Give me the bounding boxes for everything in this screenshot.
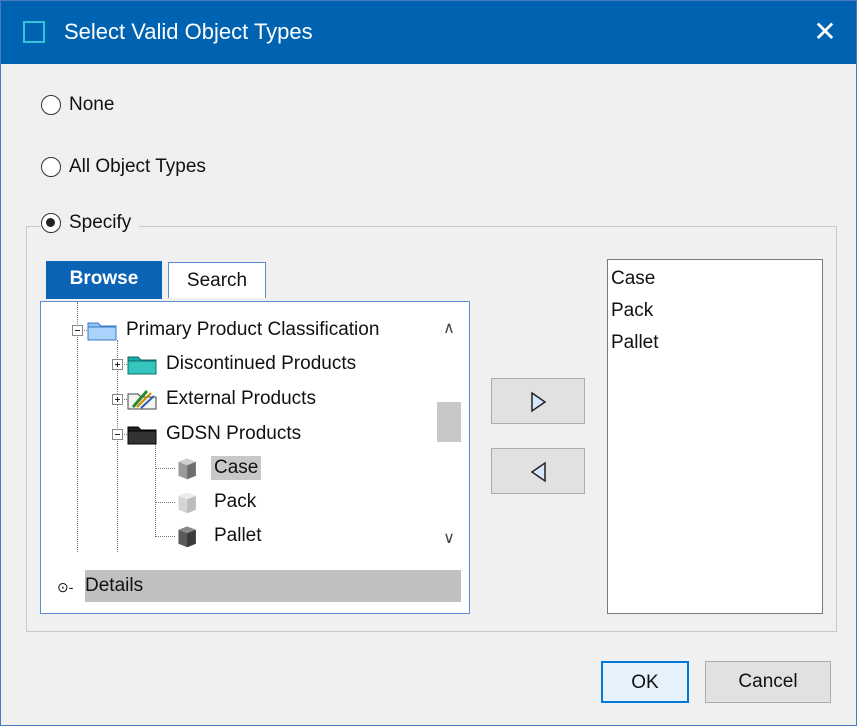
radio-all-object-types[interactable]: All Object Types xyxy=(41,156,206,178)
tree-connector xyxy=(155,536,175,537)
app-icon xyxy=(23,21,45,43)
tree-connector xyxy=(155,468,175,469)
tree-node-gdsn-products[interactable]: GDSN Products xyxy=(112,422,304,446)
details-label: Details xyxy=(85,575,144,596)
scroll-down-button[interactable]: ∨ xyxy=(429,524,469,554)
tree-connector xyxy=(155,502,175,503)
tree-node-external-products[interactable]: External Products xyxy=(112,387,319,411)
radio-specify[interactable]: Specify xyxy=(41,212,140,234)
radio-specify-indicator[interactable] xyxy=(41,213,61,233)
folder-blue-icon xyxy=(87,322,117,341)
scroll-thumb[interactable] xyxy=(437,402,461,442)
expand-toggle[interactable] xyxy=(112,358,123,370)
collapse-toggle[interactable] xyxy=(72,324,83,336)
remove-from-selection-button[interactable] xyxy=(491,448,585,494)
tree-node-label: Pack xyxy=(214,491,257,512)
tree-node-label: Primary Product Classification xyxy=(126,319,380,340)
list-item[interactable]: Case xyxy=(611,268,655,290)
radio-specify-label: Specify xyxy=(69,212,132,233)
radio-all-object-types-label: All Object Types xyxy=(69,156,206,177)
tree-node-label: Pallet xyxy=(214,525,262,546)
tree-connector xyxy=(155,442,156,537)
cancel-button[interactable]: Cancel xyxy=(705,661,831,703)
tab-browse[interactable]: Browse xyxy=(46,261,162,299)
tree-node-discontinued-products[interactable]: Discontinued Products xyxy=(112,352,359,376)
ok-button[interactable]: OK xyxy=(601,661,689,703)
expand-toggle[interactable] xyxy=(112,393,123,405)
title-bar: Select Valid Object Types ✕ xyxy=(0,0,857,64)
tree-node-label: Discontinued Products xyxy=(166,353,357,374)
tree-node-case[interactable]: Case xyxy=(175,455,262,481)
arrow-left-icon xyxy=(530,461,546,483)
tree-node-pallet[interactable]: Pallet xyxy=(175,523,265,549)
list-item[interactable]: Pack xyxy=(611,300,653,322)
tree-node-label: External Products xyxy=(166,388,316,409)
tree-node-label: Case xyxy=(211,456,262,480)
arrow-right-icon xyxy=(531,391,547,413)
scroll-up-button[interactable]: ∧ xyxy=(429,314,469,344)
close-button[interactable]: ✕ xyxy=(793,0,857,64)
details-expander[interactable]: ⊙- Details xyxy=(47,570,461,602)
box-gray-icon xyxy=(178,458,196,480)
tree-scrollbar[interactable]: ∧ ∨ xyxy=(429,302,469,562)
folder-black-icon xyxy=(127,426,157,445)
folder-tools-icon xyxy=(127,390,157,410)
tree-node-primary-product-classification[interactable]: Primary Product Classification xyxy=(72,318,382,342)
dialog-title: Select Valid Object Types xyxy=(64,19,313,44)
details-toggle-icon[interactable]: ⊙- xyxy=(57,579,73,596)
tree-node-pack[interactable]: Pack xyxy=(175,489,259,515)
select-valid-object-types-dialog: Select Valid Object Types ✕ None All Obj… xyxy=(0,0,857,726)
object-type-tree: Primary Product Classification Discontin… xyxy=(41,302,429,562)
collapse-toggle[interactable] xyxy=(112,428,123,440)
folder-teal-icon xyxy=(127,356,157,375)
browse-tree-panel: Primary Product Classification Discontin… xyxy=(40,301,470,614)
tab-search[interactable]: Search xyxy=(168,262,266,298)
selected-object-types-list[interactable]: Case Pack Pallet xyxy=(607,259,823,614)
radio-none-label: None xyxy=(69,94,115,115)
box-dark-icon xyxy=(178,526,196,548)
tree-node-label: GDSN Products xyxy=(166,423,302,444)
radio-none-indicator[interactable] xyxy=(41,95,61,115)
radio-none[interactable]: None xyxy=(41,94,114,116)
box-light-icon xyxy=(178,492,196,514)
list-item[interactable]: Pallet xyxy=(611,332,659,354)
add-to-selection-button[interactable] xyxy=(491,378,585,424)
radio-all-object-types-indicator[interactable] xyxy=(41,157,61,177)
